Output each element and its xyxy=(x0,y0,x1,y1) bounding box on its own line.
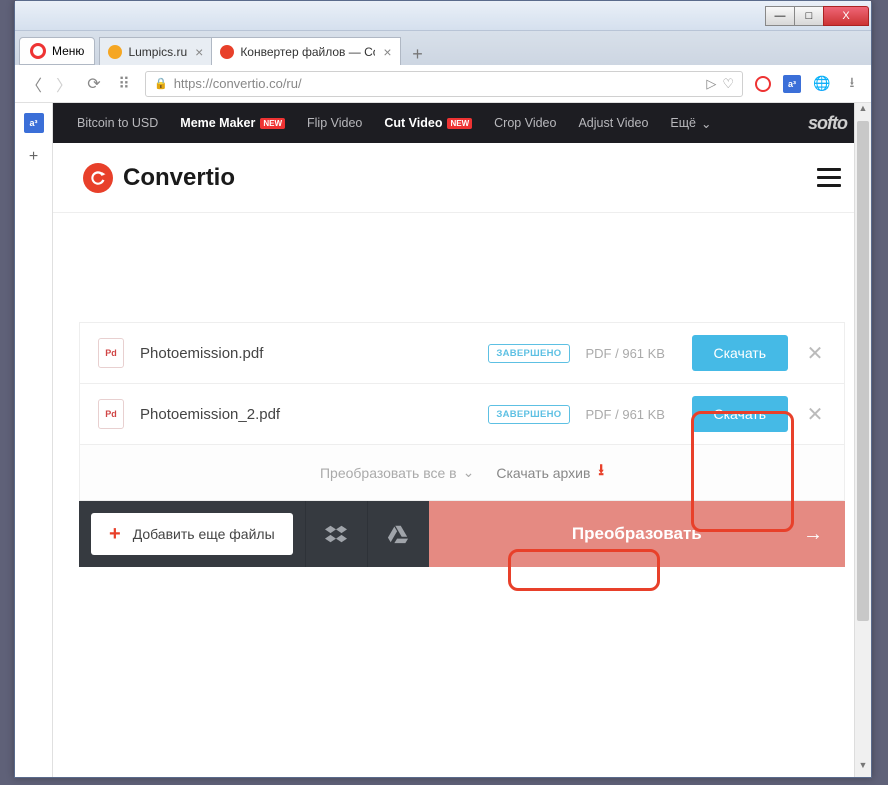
toplink-meme[interactable]: Meme Maker NEW xyxy=(180,116,285,130)
globe-icon[interactable]: 🌐 xyxy=(813,75,831,93)
content-area: a³ + Bitcoin to USD Meme Maker NEW Flip … xyxy=(15,103,871,777)
add-more-files-button[interactable]: + Добавить еще файлы xyxy=(91,513,293,555)
download-icon: ⭳ xyxy=(598,459,604,486)
toplink-adjust[interactable]: Adjust Video xyxy=(578,116,648,130)
reload-button[interactable]: ⟳ xyxy=(85,74,103,94)
toplink-label: Meme Maker xyxy=(180,116,255,130)
favicon-convertio xyxy=(220,45,234,59)
opera-menu-label: Меню xyxy=(52,44,84,58)
toplink-cut[interactable]: Cut Video NEW xyxy=(384,116,472,130)
convertio-logo-text: Convertio xyxy=(123,164,235,192)
tab-close-icon[interactable]: × xyxy=(383,44,391,60)
bulk-actions-row: Преобразовать все в ⌄ Скачать архив ⭳ xyxy=(79,445,845,501)
file-row: Pd Photoemission_2.pdf ЗАВЕРШЕНО PDF / 9… xyxy=(79,383,845,445)
gdrive-button[interactable] xyxy=(367,501,429,567)
opera-icon xyxy=(30,43,46,59)
forward-button[interactable]: 〉 xyxy=(55,72,73,96)
new-badge: NEW xyxy=(260,118,285,129)
add-more-label: Добавить еще файлы xyxy=(133,526,275,542)
tab-close-icon[interactable]: × xyxy=(195,44,203,60)
tab-title: Конвертер файлов — Co xyxy=(240,45,375,59)
translate-icon[interactable]: a³ xyxy=(783,75,801,93)
cloud-buttons xyxy=(305,501,429,567)
chevron-down-icon: ⌄ xyxy=(463,464,475,481)
toplink-label: Ещё xyxy=(670,116,696,130)
url-text: https://convertio.co/ru/ xyxy=(174,76,701,91)
tab-convertio[interactable]: Конвертер файлов — Co × xyxy=(211,37,400,65)
new-badge: NEW xyxy=(447,118,472,129)
chevron-down-icon: ⌄ xyxy=(701,116,711,131)
remove-file-button[interactable]: ✕ xyxy=(804,402,826,427)
convert-all-dropdown[interactable]: Преобразовать все в ⌄ xyxy=(320,464,474,481)
speed-dial-button[interactable]: ⠿ xyxy=(115,74,133,94)
file-type-icon: Pd xyxy=(98,399,124,429)
minimize-button[interactable]: — xyxy=(765,6,795,26)
file-name: Photoemission_2.pdf xyxy=(140,406,400,423)
tab-strip: Меню Lumpics.ru × Конвертер файлов — Co … xyxy=(15,31,871,65)
opera-menu-button[interactable]: Меню xyxy=(19,37,95,65)
action-bar: + Добавить еще файлы Преобразовать → xyxy=(79,501,845,567)
softo-brand: softo xyxy=(808,113,847,134)
toplink-flip[interactable]: Flip Video xyxy=(307,116,362,130)
dropbox-icon xyxy=(325,523,347,545)
plus-icon: + xyxy=(109,523,121,546)
convertio-logo[interactable]: Convertio xyxy=(83,163,235,193)
convert-all-label: Преобразовать все в xyxy=(320,465,457,481)
main-area: Pd Photoemission.pdf ЗАВЕРШЕНО PDF / 961… xyxy=(53,213,871,567)
status-badge: ЗАВЕРШЕНО xyxy=(488,344,569,363)
bookmark-icon[interactable]: ♡ xyxy=(722,76,734,92)
tab-title: Lumpics.ru xyxy=(128,45,187,59)
convert-label: Преобразовать xyxy=(572,524,702,544)
scrollbar-thumb[interactable] xyxy=(857,121,869,621)
scroll-down-button[interactable]: ▼ xyxy=(855,760,871,777)
file-row: Pd Photoemission.pdf ЗАВЕРШЕНО PDF / 961… xyxy=(79,322,845,384)
download-button[interactable]: Скачать xyxy=(692,335,789,371)
tab-lumpics[interactable]: Lumpics.ru × xyxy=(99,37,212,65)
toplink-more[interactable]: Ещё ⌄ xyxy=(670,116,711,131)
file-name: Photoemission.pdf xyxy=(140,345,400,362)
titlebar: — □ X xyxy=(15,1,871,31)
scroll-up-button[interactable]: ▲ xyxy=(855,103,871,120)
sidebar-add-icon[interactable]: + xyxy=(24,147,44,167)
gdrive-icon xyxy=(387,523,409,545)
menu-button[interactable] xyxy=(817,168,841,187)
lock-icon: 🔒 xyxy=(154,77,168,90)
toplink-label: Cut Video xyxy=(384,116,442,130)
file-type-icon: Pd xyxy=(98,338,124,368)
opera-extension-icon[interactable] xyxy=(755,76,771,92)
toplink-crop[interactable]: Crop Video xyxy=(494,116,556,130)
file-info: PDF / 961 KB xyxy=(586,346,676,361)
convertio-logo-icon xyxy=(83,163,113,193)
browser-window: — □ X Меню Lumpics.ru × Конвертер файлов… xyxy=(14,0,872,778)
sidebar-translate-icon[interactable]: a³ xyxy=(24,113,44,133)
toplink-bitcoin[interactable]: Bitcoin to USD xyxy=(77,116,158,130)
maximize-button[interactable]: □ xyxy=(794,6,824,26)
window-close-button[interactable]: X xyxy=(823,6,869,26)
new-tab-button[interactable]: + xyxy=(406,43,430,65)
back-button[interactable]: 〈 xyxy=(25,72,43,96)
top-links-bar: Bitcoin to USD Meme Maker NEW Flip Video… xyxy=(53,103,871,143)
send-icon[interactable]: ▷ xyxy=(706,76,716,92)
favicon-lumpics xyxy=(108,45,122,59)
dropbox-button[interactable] xyxy=(305,501,367,567)
convert-button[interactable]: Преобразовать → xyxy=(429,501,845,567)
download-archive-label: Скачать архив xyxy=(496,465,590,481)
address-bar: 〈 〉 ⟳ ⠿ 🔒 https://convertio.co/ru/ ▷ ♡ a… xyxy=(15,65,871,103)
site-header: Convertio xyxy=(53,143,871,213)
downloads-icon[interactable]: ⭳ xyxy=(843,75,861,93)
arrow-right-icon: → xyxy=(803,523,823,546)
status-badge: ЗАВЕРШЕНО xyxy=(488,405,569,424)
browser-sidebar: a³ + xyxy=(15,103,53,777)
file-info: PDF / 961 KB xyxy=(586,407,676,422)
download-archive-button[interactable]: Скачать архив ⭳ xyxy=(496,459,604,486)
page-viewport: Bitcoin to USD Meme Maker NEW Flip Video… xyxy=(53,103,871,777)
remove-file-button[interactable]: ✕ xyxy=(804,341,826,366)
vertical-scrollbar[interactable]: ▲ ▼ xyxy=(854,103,871,777)
toolbar-right: a³ 🌐 ⭳ xyxy=(755,75,861,93)
download-button[interactable]: Скачать xyxy=(692,396,789,432)
url-input[interactable]: 🔒 https://convertio.co/ru/ ▷ ♡ xyxy=(145,71,743,97)
